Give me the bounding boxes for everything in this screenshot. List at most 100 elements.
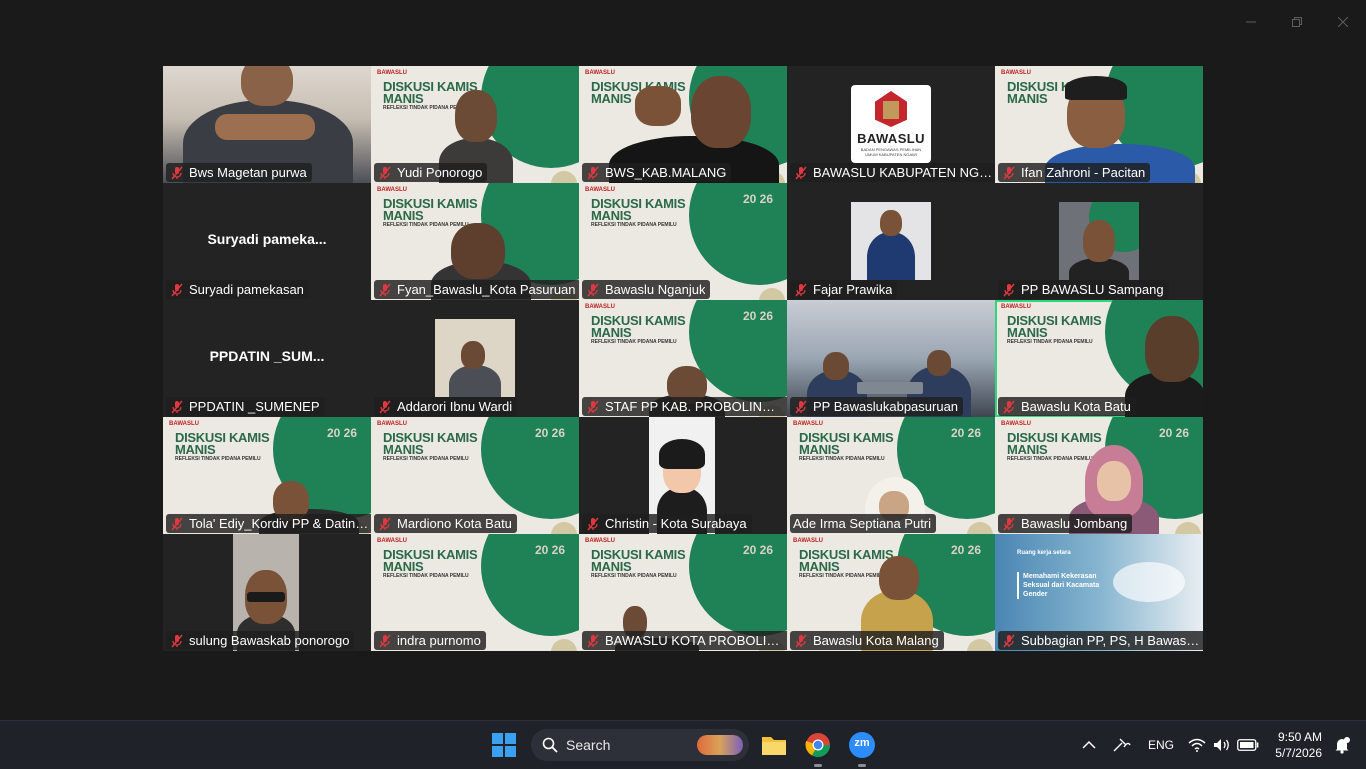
participant-tile[interactable]: BAWASLU DISKUSI KAMIS MANIS REFLEKSI TIND… (787, 534, 995, 651)
muted-mic-icon (1001, 399, 1017, 415)
participant-name-tag: PP BAWASLU Sampang (998, 280, 1169, 299)
chevron-up-icon (1082, 740, 1096, 749)
muted-mic-icon (793, 165, 809, 181)
logo-subtext: BADAN PENGAWAS PEMILIHAN UMUM KABUPATEN … (860, 147, 922, 157)
start-button[interactable] (492, 733, 516, 757)
muted-mic-icon (169, 165, 185, 181)
muted-mic-icon (377, 399, 393, 415)
banner-logo: BAWASLU (1001, 421, 1031, 427)
participant-avatar (1059, 202, 1139, 280)
search-icon (542, 737, 558, 753)
zoom-logo-text: zm (854, 737, 870, 749)
participant-tile[interactable]: BAWASLU DISKUSI KAMIS MANIS REFLEKSI TIND… (371, 66, 579, 183)
participant-name-tag: Ifan Zahroni - Pacitan (998, 163, 1151, 182)
participant-tile[interactable]: Bws Magetan purwa (163, 66, 371, 183)
banner-year: 20 26 (950, 543, 981, 557)
participant-display-name: PPDATIN _SUM... (209, 348, 325, 364)
participant-tile[interactable]: Christin - Kota Surabaya (579, 417, 787, 534)
notifications-button[interactable] (1334, 736, 1350, 759)
participant-name-tag: BAWASLU KABUPATEN NGAWI (790, 163, 995, 182)
banner-title-2: MANIS (383, 442, 424, 457)
banner-logo: BAWASLU (585, 304, 615, 310)
participant-name-tag: Tola' Ediy_Kordiv PP & Datin_... (166, 514, 371, 533)
participant-tile[interactable]: PP BAWASLU Sampang (995, 183, 1203, 300)
participant-name-tag: Ade Irma Septiana Putri (790, 514, 937, 533)
banner-subtitle: REFLEKSI TINDAK PIDANA PEMILU (591, 573, 677, 579)
participant-name-tag: Addarori Ibnu Wardi (374, 397, 518, 416)
banner-year: 20 26 (534, 543, 565, 557)
battery-tray[interactable] (1237, 721, 1259, 769)
show-hidden-icons-button[interactable] (1082, 721, 1096, 769)
muted-mic-icon (169, 399, 185, 415)
minimize-button[interactable] (1228, 0, 1274, 44)
participant-tile[interactable]: BAWASLU DISKUSI KAMIS MANIS REFLEKSI TIND… (579, 534, 787, 651)
muted-mic-icon (793, 282, 809, 298)
gallery-grid: Bws Magetan purwa BAWASLU DISKUSI KAMIS M… (163, 66, 1203, 651)
windows-logo-icon (492, 733, 503, 744)
participant-name-tag: Bws Magetan purwa (166, 163, 312, 182)
participant-tile-active[interactable]: BAWASLU DISKUSI KAMIS MANIS REFLEKSI TIND… (995, 300, 1203, 417)
banner-logo: BAWASLU (585, 187, 615, 193)
participant-tile[interactable]: BAWASLU DISKUSI KAMIS MANIS REFLEKSI TIND… (995, 417, 1203, 534)
participant-name-tag: Fajar Prawika (790, 280, 898, 299)
muted-mic-icon (585, 165, 601, 181)
participant-tile[interactable]: BAWASLU DISKUSI KAMIS MANIS REFLEKSI TIND… (163, 417, 371, 534)
participant-name-tag: STAF PP KAB. PROBOLINGGO (582, 397, 787, 416)
banner-logo: BAWASLU (585, 538, 615, 544)
muted-mic-icon (793, 633, 809, 649)
banner-title-2: MANIS (1007, 442, 1048, 457)
clock-time: 9:50 AM (1277, 730, 1322, 744)
participant-avatar (851, 202, 931, 280)
participant-tile[interactable]: BAWASLU DISKUSI KAMIS MANIS REFLEKSI TIND… (371, 534, 579, 651)
banner-subtitle: REFLEKSI TINDAK PIDANA PEMILU (591, 339, 677, 345)
participant-tile[interactable]: BAWASLU DISKUSI KAMIS MANIS REFLEKSI TIND… (787, 417, 995, 534)
participant-tile[interactable]: BAWASLU DISKUSI KAMIS MANIS REFLEKSI TIND… (579, 183, 787, 300)
participant-tile[interactable]: PP Bawaslukabpasuruan (787, 300, 995, 417)
banner-year: 20 26 (1158, 426, 1189, 440)
participant-tile[interactable]: Ruang kerja setara Memahami Kekerasan Se… (995, 534, 1203, 651)
muted-mic-icon (585, 282, 601, 298)
participant-name-tag: sulung Bawaskab ponorogo (166, 631, 355, 650)
volume-tray[interactable] (1212, 721, 1232, 769)
participant-tile[interactable]: Addarori Ibnu Wardi (371, 300, 579, 417)
banner-title-2: MANIS (591, 91, 632, 106)
muted-mic-icon (377, 282, 393, 298)
search-label: Search (566, 737, 611, 753)
participant-tile[interactable]: BAWASLU DISKUSI KAMIS MANIS REFLEKSI TIND… (371, 417, 579, 534)
file-explorer-button[interactable] (760, 731, 788, 759)
network-tray[interactable] (1188, 721, 1206, 769)
close-icon (1338, 17, 1348, 27)
participant-tile[interactable]: sulung Bawaskab ponorogo (163, 534, 371, 651)
banner-title-2: MANIS (799, 442, 840, 457)
participant-tile[interactable]: BAWASLU DISKUSI KAMIS MANIS Ifan Zahroni … (995, 66, 1203, 183)
pen-icon (1113, 738, 1131, 752)
taskbar-search[interactable]: Search (531, 729, 749, 761)
chrome-button[interactable] (804, 731, 832, 767)
participant-tile[interactable]: Suryadi pameka... Suryadi pamekasan (163, 183, 371, 300)
muted-mic-icon (169, 516, 185, 532)
banner-year: 20 26 (326, 426, 357, 440)
slide-illustration (1113, 562, 1185, 602)
participant-tile[interactable]: PPDATIN _SUM... PPDATIN _SUMENEP (163, 300, 371, 417)
muted-mic-icon (377, 516, 393, 532)
banner-subtitle: REFLEKSI TINDAK PIDANA PEMILU (1007, 456, 1093, 462)
language-indicator[interactable]: ENG (1148, 721, 1174, 769)
banner-year: 20 26 (742, 309, 773, 323)
close-button[interactable] (1320, 0, 1366, 44)
location-tray[interactable] (1112, 721, 1132, 769)
zoom-button[interactable]: zm (848, 731, 876, 767)
banner-subtitle: REFLEKSI TINDAK PIDANA PEMILU (175, 456, 261, 462)
participant-tile[interactable]: BAWASLU BADAN PENGAWAS PEMILIHAN UMUM KA… (787, 66, 995, 183)
muted-mic-icon (585, 516, 601, 532)
restore-button[interactable] (1274, 0, 1320, 44)
muted-mic-icon (585, 633, 601, 649)
banner-year: 20 26 (742, 192, 773, 206)
slide-title: Memahami Kekerasan Seksual dari Kacamata… (1017, 572, 1103, 599)
clock[interactable]: 9:50 AM 5/7/2026 (1275, 729, 1322, 761)
participant-tile[interactable]: Fajar Prawika (787, 183, 995, 300)
banner-logo: BAWASLU (377, 538, 407, 544)
participant-tile[interactable]: BAWASLU DISKUSI KAMIS MANIS REFLEKSI TIND… (579, 300, 787, 417)
participant-tile[interactable]: BAWASLU DISKUSI KAMIS MANIS REFLEKSI TIND… (371, 183, 579, 300)
banner-logo: BAWASLU (793, 538, 823, 544)
participant-tile[interactable]: BAWASLU DISKUSI KAMIS MANIS BWS_KAB.MALAN… (579, 66, 787, 183)
